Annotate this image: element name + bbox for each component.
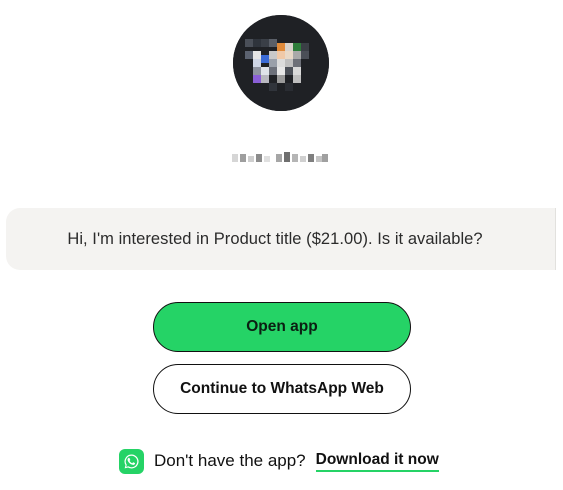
whatsapp-icon [119,448,144,474]
download-prompt: Don't have the app? Download it now [119,448,439,474]
pixelated-name-placeholder [232,152,328,162]
whatsapp-glyph [124,454,139,468]
continue-whatsapp-web-button[interactable]: Continue to WhatsApp Web [153,364,411,414]
avatar [233,15,329,111]
prefilled-message: Hi, I'm interested in Product title ($21… [6,208,556,270]
message-text: Hi, I'm interested in Product title ($21… [67,230,483,248]
open-app-label: Open app [246,318,318,335]
contact-name [230,148,330,168]
download-prompt-text: Don't have the app? [154,451,306,470]
continue-whatsapp-web-label: Continue to WhatsApp Web [180,380,384,397]
download-link[interactable]: Download it now [315,451,439,472]
open-app-button[interactable]: Open app [153,302,411,352]
profile-avatar-image [233,15,329,111]
